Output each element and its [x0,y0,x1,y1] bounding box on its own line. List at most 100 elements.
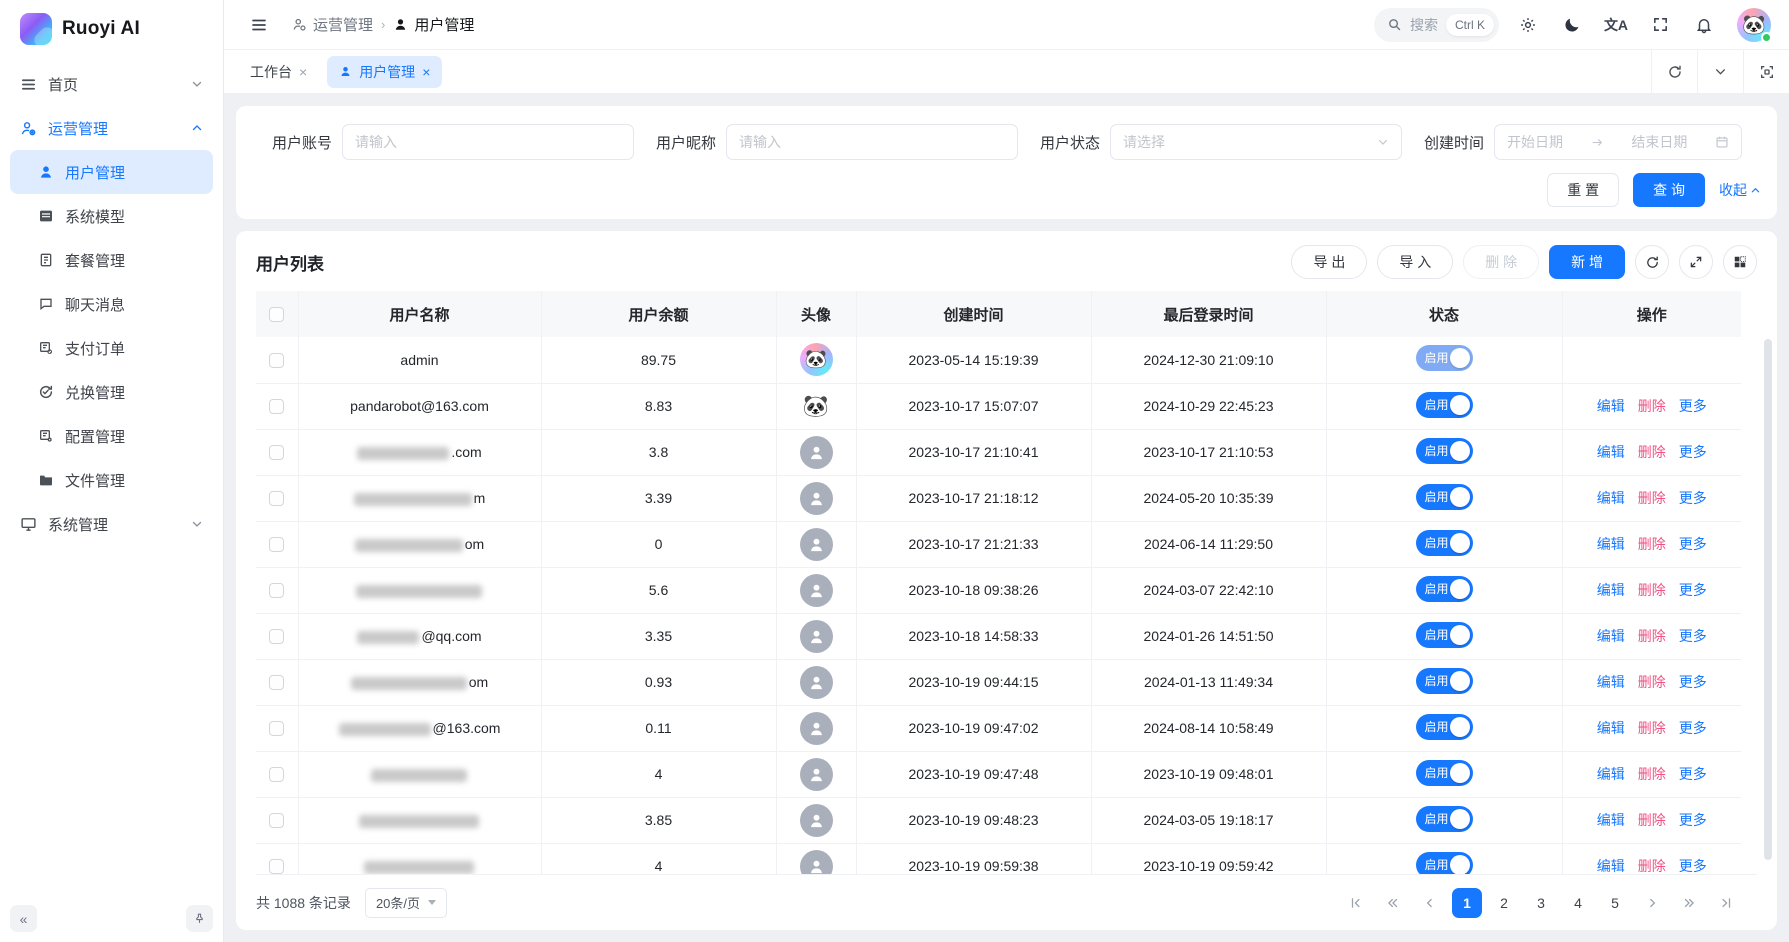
prev-page-button[interactable] [1415,888,1445,918]
user-avatar-button[interactable]: 🐼 [1737,8,1771,42]
page-button-5[interactable]: 5 [1600,888,1630,918]
status-toggle[interactable]: 启用 [1416,760,1473,786]
status-toggle[interactable]: 启用 [1416,622,1473,648]
column-settings-button[interactable] [1723,245,1757,279]
status-toggle[interactable]: 启用 [1416,392,1473,418]
refresh-list-button[interactable] [1635,245,1669,279]
status-toggle[interactable]: 启用 [1416,668,1473,694]
export-button[interactable]: 导 出 [1291,245,1367,279]
sidebar-subitem-5[interactable]: 兑换管理 [10,370,213,414]
select-all-checkbox[interactable] [269,307,284,322]
more-link[interactable]: 更多 [1679,674,1707,690]
delete-link[interactable]: 删除 [1638,536,1666,552]
page-size-select[interactable]: 20条/页 [365,888,447,918]
page-button-4[interactable]: 4 [1563,888,1593,918]
more-link[interactable]: 更多 [1679,536,1707,552]
sidebar-item-home[interactable]: 首页 [10,62,213,106]
fullscreen-button[interactable] [1645,10,1675,40]
language-button[interactable]: 文A [1601,10,1631,40]
delete-link[interactable]: 删除 [1638,628,1666,644]
sidebar-subitem-3[interactable]: 聊天消息 [10,282,213,326]
delete-link[interactable]: 删除 [1638,490,1666,506]
sidebar-subitem-6[interactable]: 配置管理 [10,414,213,458]
collapse-filters-link[interactable]: 收起 [1719,180,1761,200]
status-toggle[interactable]: 启用 [1416,576,1473,602]
last-page-button[interactable] [1711,888,1741,918]
more-link[interactable]: 更多 [1679,398,1707,414]
delete-link[interactable]: 删除 [1638,766,1666,782]
edit-link[interactable]: 编辑 [1597,536,1625,552]
edit-link[interactable]: 编辑 [1597,628,1625,644]
edit-link[interactable]: 编辑 [1597,812,1625,828]
import-button[interactable]: 导 入 [1377,245,1453,279]
delete-link[interactable]: 删除 [1638,858,1666,874]
row-checkbox[interactable] [269,629,284,644]
row-checkbox[interactable] [269,399,284,414]
more-link[interactable]: 更多 [1679,490,1707,506]
back-five-button[interactable] [1378,888,1408,918]
status-toggle[interactable]: 启用 [1416,484,1473,510]
delete-link[interactable]: 删除 [1638,674,1666,690]
first-page-button[interactable] [1341,888,1371,918]
more-link[interactable]: 更多 [1679,444,1707,460]
edit-link[interactable]: 编辑 [1597,720,1625,736]
status-toggle[interactable]: 启用 [1416,438,1473,464]
sidebar-collapse-button[interactable]: « [10,905,37,932]
edit-link[interactable]: 编辑 [1597,858,1625,874]
row-checkbox[interactable] [269,813,284,828]
tab-workbench[interactable]: 工作台 × [238,56,319,88]
table-scrollbar[interactable] [1764,339,1772,860]
row-checkbox[interactable] [269,721,284,736]
status-toggle[interactable]: 启用 [1416,345,1473,371]
hamburger-menu-button[interactable] [244,10,274,40]
delete-button[interactable]: 删 除 [1463,245,1539,279]
status-toggle[interactable]: 启用 [1416,714,1473,740]
row-checkbox[interactable] [269,445,284,460]
status-toggle[interactable]: 启用 [1416,806,1473,832]
sidebar-subitem-1[interactable]: 系统模型 [10,194,213,238]
global-search-button[interactable]: 搜索 Ctrl K [1374,8,1499,42]
status-toggle[interactable]: 启用 [1416,852,1473,875]
edit-link[interactable]: 编辑 [1597,582,1625,598]
add-button[interactable]: 新 增 [1549,245,1625,279]
status-select[interactable]: 请选择 [1110,124,1402,160]
breadcrumb-parent[interactable]: 运营管理 [292,14,373,35]
delete-link[interactable]: 删除 [1638,720,1666,736]
dark-mode-button[interactable] [1557,10,1587,40]
edit-link[interactable]: 编辑 [1597,490,1625,506]
more-link[interactable]: 更多 [1679,812,1707,828]
settings-button[interactable] [1513,10,1543,40]
content-fullscreen-button[interactable] [1743,50,1789,94]
search-button[interactable]: 查 询 [1633,173,1705,207]
date-range-picker[interactable]: 开始日期 结束日期 [1494,124,1742,160]
delete-link[interactable]: 删除 [1638,812,1666,828]
page-button-1[interactable]: 1 [1452,888,1482,918]
sidebar-item-system[interactable]: 系统管理 [10,502,213,546]
reset-button[interactable]: 重 置 [1547,173,1619,207]
more-link[interactable]: 更多 [1679,628,1707,644]
sidebar-item-operations[interactable]: 运营管理 [10,106,213,150]
row-checkbox[interactable] [269,859,284,874]
status-toggle[interactable]: 启用 [1416,530,1473,556]
more-link[interactable]: 更多 [1679,766,1707,782]
edit-link[interactable]: 编辑 [1597,674,1625,690]
refresh-tab-button[interactable] [1651,50,1697,94]
sidebar-subitem-7[interactable]: 文件管理 [10,458,213,502]
sidebar-subitem-0[interactable]: 用户管理 [10,150,213,194]
close-icon[interactable]: × [299,65,307,79]
delete-link[interactable]: 删除 [1638,398,1666,414]
row-checkbox[interactable] [269,675,284,690]
edit-link[interactable]: 编辑 [1597,398,1625,414]
delete-link[interactable]: 删除 [1638,444,1666,460]
row-checkbox[interactable] [269,537,284,552]
page-button-2[interactable]: 2 [1489,888,1519,918]
row-checkbox[interactable] [269,583,284,598]
account-input[interactable] [355,134,621,150]
nickname-input[interactable] [739,134,1005,150]
row-checkbox[interactable] [269,767,284,782]
sidebar-pin-button[interactable] [186,905,213,932]
forward-five-button[interactable] [1674,888,1704,918]
page-button-3[interactable]: 3 [1526,888,1556,918]
notifications-button[interactable] [1689,10,1719,40]
delete-link[interactable]: 删除 [1638,582,1666,598]
